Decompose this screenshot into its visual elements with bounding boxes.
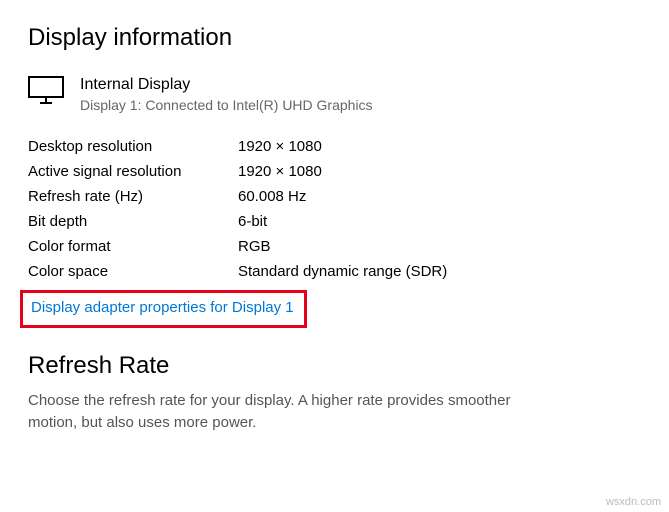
display-summary: Internal Display Display 1: Connected to… <box>28 74 641 116</box>
prop-row-refresh-rate: Refresh rate (Hz) 60.008 Hz <box>28 184 641 209</box>
section-heading-display-info: Display information <box>28 24 641 52</box>
prop-label: Desktop resolution <box>28 138 238 155</box>
prop-value: 6-bit <box>238 213 267 230</box>
highlight-box: Display adapter properties for Display 1 <box>20 290 307 328</box>
display-properties-table: Desktop resolution 1920 × 1080 Active si… <box>28 134 641 284</box>
display-name: Internal Display <box>80 74 373 96</box>
prop-value: 1920 × 1080 <box>238 138 322 155</box>
prop-label: Color format <box>28 238 238 255</box>
prop-label: Color space <box>28 263 238 280</box>
display-subtitle: Display 1: Connected to Intel(R) UHD Gra… <box>80 96 373 116</box>
prop-row-color-format: Color format RGB <box>28 234 641 259</box>
prop-label: Bit depth <box>28 213 238 230</box>
prop-value: 1920 × 1080 <box>238 163 322 180</box>
prop-value: RGB <box>238 238 271 255</box>
prop-label: Active signal resolution <box>28 163 238 180</box>
watermark: wsxdn.com <box>606 496 661 508</box>
prop-row-color-space: Color space Standard dynamic range (SDR) <box>28 259 641 284</box>
prop-row-active-signal-resolution: Active signal resolution 1920 × 1080 <box>28 159 641 184</box>
section-heading-refresh-rate: Refresh Rate <box>28 352 641 380</box>
refresh-rate-description: Choose the refresh rate for your display… <box>28 390 548 434</box>
prop-value: 60.008 Hz <box>238 188 306 205</box>
display-adapter-properties-link[interactable]: Display adapter properties for Display 1 <box>31 299 294 316</box>
prop-row-desktop-resolution: Desktop resolution 1920 × 1080 <box>28 134 641 159</box>
monitor-icon <box>28 76 64 104</box>
prop-label: Refresh rate (Hz) <box>28 188 238 205</box>
prop-row-bit-depth: Bit depth 6-bit <box>28 209 641 234</box>
prop-value: Standard dynamic range (SDR) <box>238 263 447 280</box>
